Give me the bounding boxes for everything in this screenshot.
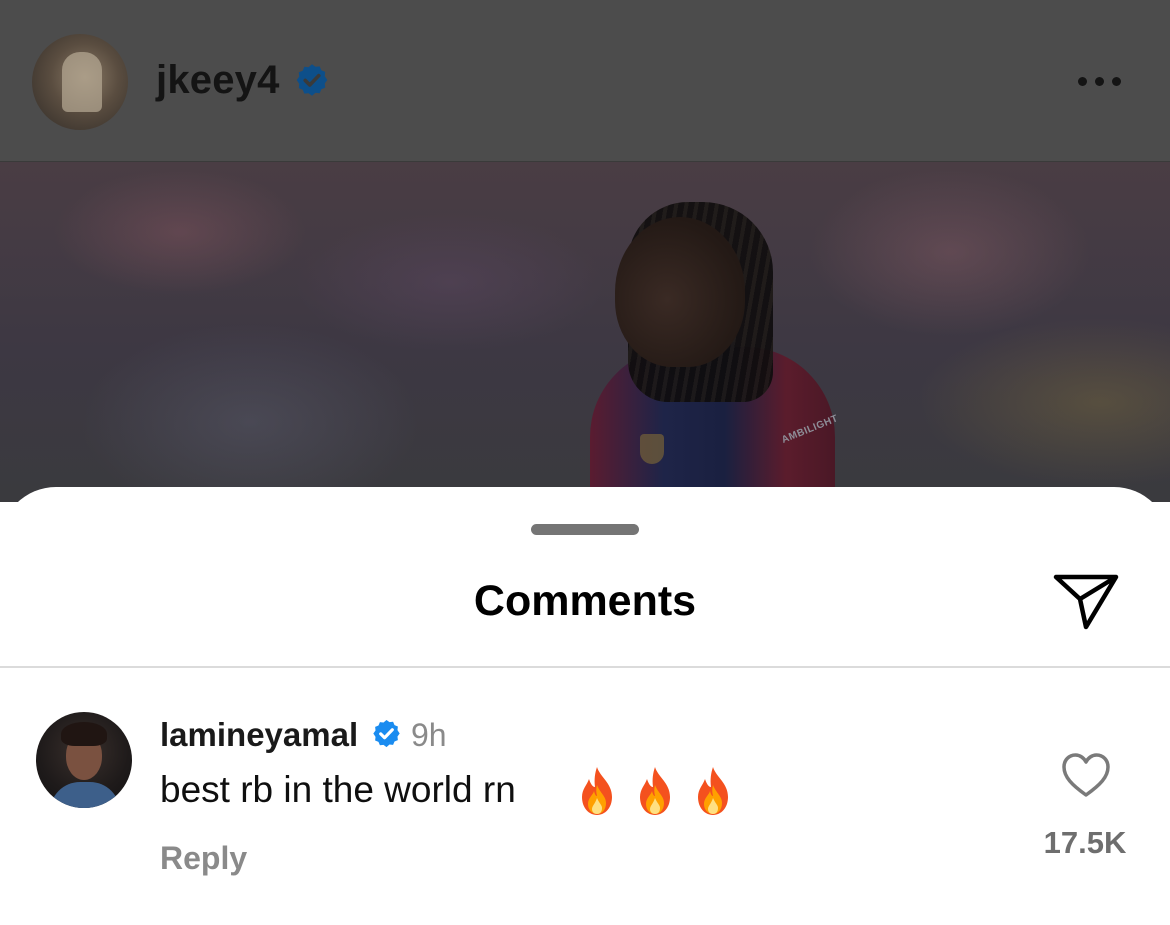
post-author-username[interactable]: jkeey4 [156, 58, 280, 103]
reply-button[interactable]: Reply [160, 840, 247, 877]
like-count: 17.5K [1043, 825, 1127, 860]
verified-badge-icon [296, 64, 328, 96]
fire-emoji-icon [582, 767, 612, 815]
fire-emoji-icon [640, 767, 670, 815]
divider [0, 666, 1170, 668]
commenter-avatar[interactable] [36, 712, 132, 808]
player-head [615, 217, 745, 367]
post-header: jkeey4 [0, 0, 1170, 162]
comment-text: best rb in the world rn [160, 769, 516, 810]
heart-outline-icon[interactable] [1060, 751, 1112, 799]
sheet-drag-handle[interactable] [531, 524, 639, 535]
comments-title: Comments [473, 577, 697, 625]
post-image[interactable]: AMBILIGHT [0, 162, 1170, 502]
comment-timestamp: 9h [411, 717, 447, 753]
post-author-avatar[interactable] [32, 34, 128, 130]
club-crest-icon [640, 434, 664, 464]
verified-badge-icon [373, 719, 400, 748]
fire-emoji-icon [698, 767, 728, 815]
comments-sheet: Comments lamineyamal 9h best rb in the w… [0, 487, 1170, 925]
paper-plane-icon[interactable] [1050, 569, 1122, 633]
more-options-button[interactable] [1078, 66, 1130, 96]
comment-emojis [576, 765, 734, 817]
commenter-username[interactable]: lamineyamal [160, 716, 358, 754]
ellipsis-icon [1078, 76, 1087, 86]
